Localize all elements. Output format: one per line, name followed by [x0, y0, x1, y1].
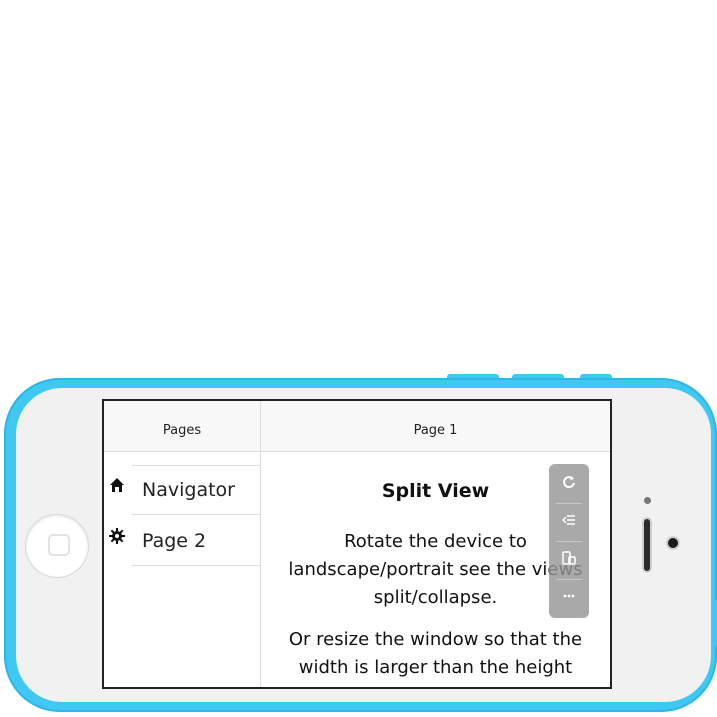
list-button[interactable] [549, 504, 589, 542]
home-icon [108, 477, 126, 495]
list-item-label: Navigator [142, 479, 235, 501]
speaker-grille [642, 517, 652, 573]
list-item-label: Page 2 [142, 530, 207, 552]
page-title: Page 1 [413, 423, 458, 438]
divider [132, 565, 260, 566]
pages-pane: Pages Navigator Page 2 [104, 401, 261, 687]
content-paragraph: Rotate the device to landscape/portrait … [288, 531, 583, 608]
refresh-icon [563, 476, 575, 489]
power-button [712, 600, 717, 646]
more-button[interactable] [549, 580, 589, 618]
devices-icon [562, 551, 576, 565]
divider [132, 514, 260, 515]
gear-icon [108, 528, 126, 546]
device-screen: Pages Navigator Page 2 Page 1 Split View… [102, 399, 612, 689]
list-icon [561, 515, 575, 525]
floating-tool-panel [549, 464, 589, 618]
more-icon [563, 594, 575, 598]
proximity-sensor [644, 497, 651, 504]
list-item-navigator[interactable]: Navigator [104, 465, 260, 515]
front-camera [666, 536, 680, 550]
pages-title: Pages [162, 423, 202, 438]
devices-button[interactable] [549, 542, 589, 580]
content-paragraph: Or resize the window so that the width i… [288, 629, 583, 678]
home-square-icon [48, 534, 70, 556]
list-item-page-2[interactable]: Page 2 [104, 516, 260, 566]
refresh-button[interactable] [549, 466, 589, 504]
